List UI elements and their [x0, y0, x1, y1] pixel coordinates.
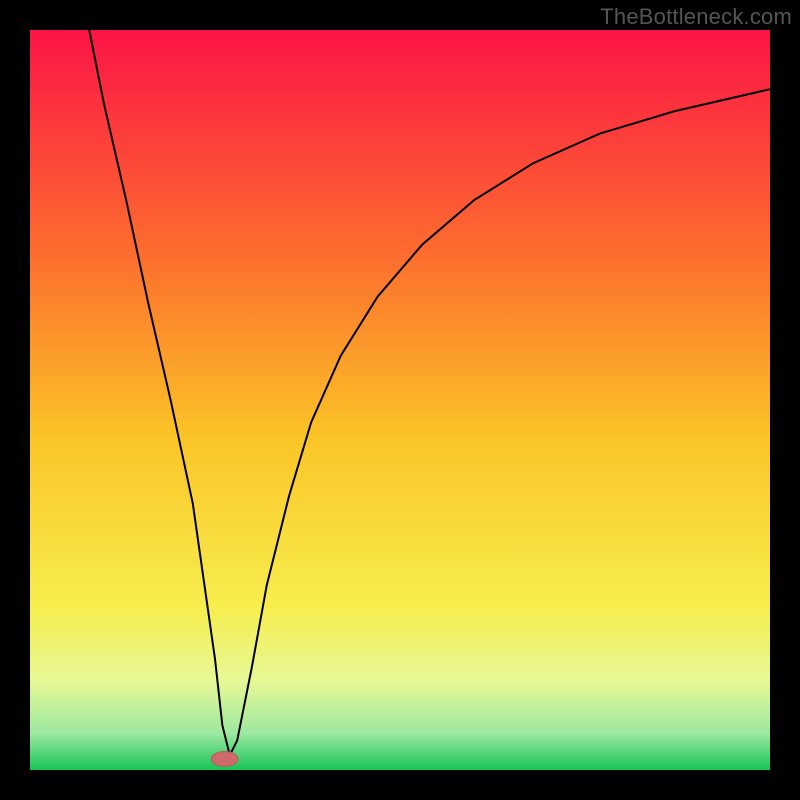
- optimal-point-marker: [211, 752, 238, 767]
- bottleneck-chart: [0, 0, 800, 800]
- watermark-label: TheBottleneck.com: [600, 4, 792, 30]
- chart-plot-area: [30, 30, 770, 770]
- chart-container: TheBottleneck.com: [0, 0, 800, 800]
